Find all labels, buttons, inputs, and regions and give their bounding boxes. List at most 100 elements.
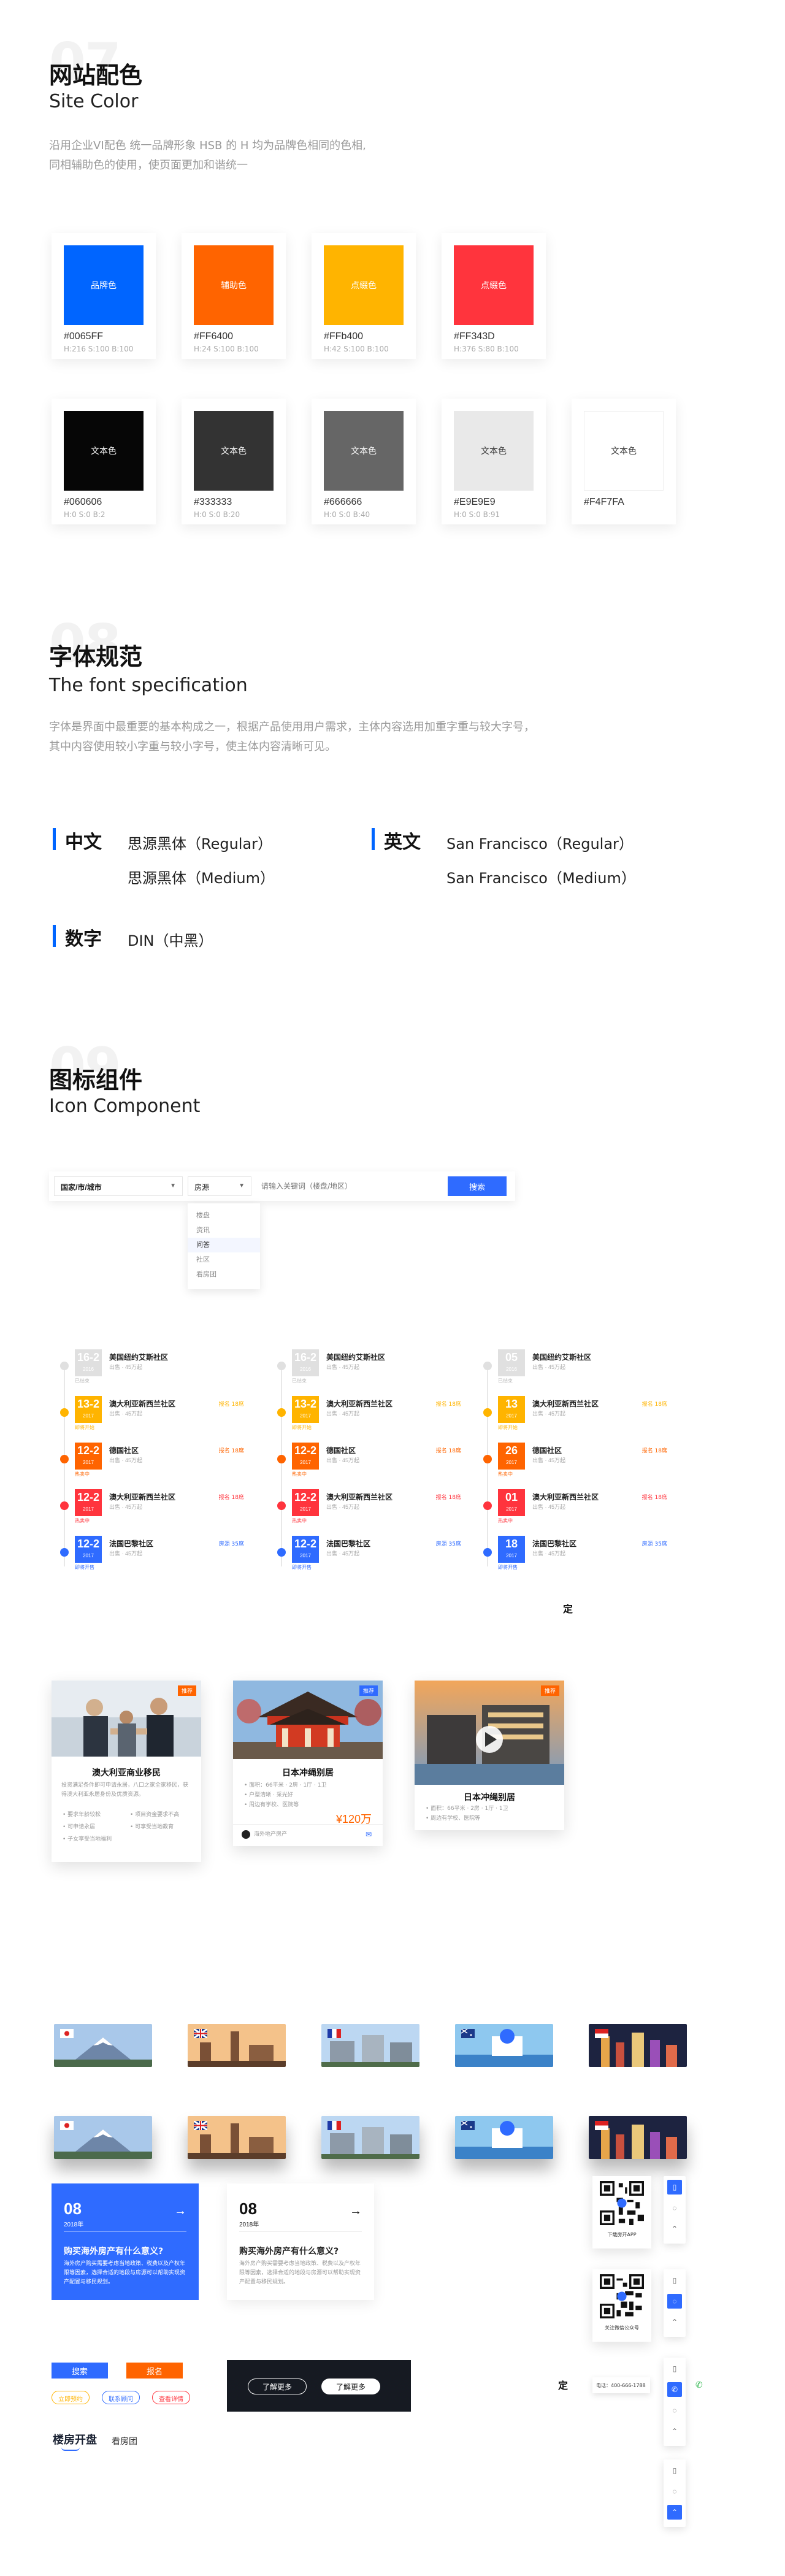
timeline-meta: 出售 · 45万起	[109, 1457, 143, 1463]
search-input[interactable]	[256, 1176, 440, 1196]
section-subtitle: Icon Component	[49, 1095, 201, 1117]
chevron-up-icon[interactable]: ⌃	[667, 2505, 682, 2520]
city-banner[interactable]	[321, 2024, 419, 2067]
news-card[interactable]: 推荐 日本冲绳别居 • 面积：66平米 · 2房 · 1厅 · 1卫 • 周边有…	[415, 1681, 564, 1830]
dropdown-item[interactable]: 看房团	[188, 1267, 260, 1282]
timeline-item[interactable]: 05 2016 已结束 美国纽约艾斯社区 出售 · 45万起	[476, 1349, 672, 1392]
timeline-dot	[483, 1362, 492, 1370]
news-bullet: • 户型清晰 · 采光好	[244, 1792, 293, 1798]
learn-more-outline-button[interactable]: 了解更多	[248, 2379, 307, 2394]
chevron-up-icon[interactable]: ⌃	[667, 2424, 682, 2439]
news-card[interactable]: 推荐 澳大利亚商业移民 投资满足条件即可申请永居，八口之家全家移民，获得澳大利亚…	[52, 1681, 201, 1862]
faq-answer: 海外房产购买需要考虑当地政策、税费以及产权年限等因素，选择合适的地段与房源可以帮…	[239, 2261, 361, 2285]
arrow-right-icon[interactable]: →	[174, 2204, 186, 2218]
search-button[interactable]: 搜索	[448, 1176, 507, 1196]
timeline-title: 美国纽约艾斯社区	[326, 1353, 386, 1362]
chat-icon[interactable]: ◌	[667, 2201, 682, 2215]
chat-icon[interactable]: ✉	[366, 1830, 372, 1839]
color-hex: #0065FF	[64, 331, 104, 342]
tag-pill-orange[interactable]: 立即预约	[52, 2391, 90, 2404]
search-button[interactable]: 搜索	[52, 2363, 108, 2379]
search-bar: 国家/市/城市 ▼ 房源 ▼ 搜索	[49, 1171, 515, 1201]
city-banner[interactable]	[321, 2116, 419, 2159]
timeline-dot	[277, 1548, 286, 1557]
city-banner[interactable]	[455, 2024, 553, 2067]
timeline-dot	[60, 1501, 69, 1510]
type-select[interactable]: 房源 ▼	[188, 1176, 251, 1196]
color-swatch: 文本色	[64, 411, 144, 491]
timeline-item[interactable]: 12-2 2017 热卖中 德国社区 出售 · 45万起 报名 18席	[53, 1443, 249, 1485]
news-card[interactable]: 推荐 日本冲绳别居 • 面积：66平米 · 2房 · 1厅 · 1卫 • 户型清…	[233, 1681, 383, 1846]
date-day: 12-2	[77, 1538, 100, 1550]
color-swatch: 点缀色	[454, 245, 534, 325]
phone-app-icon[interactable]: ▯	[667, 2180, 682, 2195]
city-banner[interactable]	[589, 2116, 687, 2159]
city-banner[interactable]	[188, 2024, 286, 2067]
color-hsb: H:24 S:100 B:100	[194, 345, 259, 353]
color-swatch: 文本色	[454, 411, 534, 491]
date-year: 2017	[300, 1413, 311, 1419]
dropdown-item[interactable]: 问答	[188, 1238, 260, 1252]
chat-icon[interactable]: ◌	[667, 2403, 682, 2418]
faq-card[interactable]: 08 2018年 → 购买海外房产有什么意义? 海外房产购买需要考虑当地政策、税…	[227, 2183, 374, 2300]
timeline-item[interactable]: 13-2 2017 即将开始 澳大利亚新西兰社区 出售 · 45万起 报名 18席	[53, 1396, 249, 1439]
dropdown-item[interactable]: 楼盘	[188, 1208, 260, 1223]
sign-up-button[interactable]: 报名	[126, 2363, 183, 2379]
description-line: 沿用企业VI配色 统一品牌形象 HSB 的 H 均为品牌色相同的色相,	[49, 139, 366, 152]
tag-pill-blue[interactable]: 联系顾问	[102, 2391, 140, 2404]
city-banner[interactable]	[54, 2024, 152, 2067]
date-year: 2017	[506, 1460, 517, 1465]
timeline-item[interactable]: 26 2017 热卖中 德国社区 出售 · 45万起 报名 18席	[476, 1443, 672, 1485]
timeline-item[interactable]: 12-2 2017 热卖中 澳大利亚新西兰社区 出售 · 45万起 报名 18席	[53, 1489, 249, 1532]
city-select[interactable]: 国家/市/城市 ▼	[54, 1176, 183, 1196]
phone-app-icon[interactable]: ▯	[667, 2463, 682, 2478]
date-day: 12-2	[77, 1444, 100, 1457]
timeline-item[interactable]: 13 2017 即将开始 澳大利亚新西兰社区 出售 · 45万起 报名 18席	[476, 1396, 672, 1439]
faq-card-active[interactable]: 08 2018年 → 购买海外房产有什么意义? 海外房产购买需要考虑当地政策、税…	[52, 2183, 199, 2300]
city-banner[interactable]	[54, 2116, 152, 2159]
nav-link[interactable]: 看房团	[112, 2435, 137, 2447]
date-day: 16-2	[77, 1351, 100, 1363]
brand-logo[interactable]: 楼房开盘	[53, 2431, 97, 2447]
phone-app-icon[interactable]: ▯	[667, 2273, 682, 2288]
timeline-meta: 出售 · 45万起	[326, 1457, 360, 1463]
city-banner[interactable]	[589, 2024, 687, 2067]
timeline-item[interactable]: 12-2 2017 即将开售 法国巴黎社区 出售 · 45万起 房源 35席	[270, 1536, 466, 1579]
timeline-tag: 即将开售	[498, 1565, 518, 1570]
chat-icon[interactable]: ◌	[667, 2294, 682, 2309]
chat-icon[interactable]: ◌	[667, 2484, 682, 2499]
timeline-item[interactable]: 01 2017 热卖中 澳大利亚新西兰社区 出售 · 45万起 报名 18席	[476, 1489, 672, 1532]
font-label-chinese: 中文	[65, 832, 102, 853]
timeline-item[interactable]: 12-2 2017 即将开售 法国巴黎社区 出售 · 45万起 房源 35席	[53, 1536, 249, 1579]
date-year: 2017	[300, 1460, 311, 1465]
chevron-up-icon[interactable]: ⌃	[667, 2221, 682, 2236]
timeline-item[interactable]: 12-2 2017 热卖中 澳大利亚新西兰社区 出售 · 45万起 报名 18席	[270, 1489, 466, 1532]
date-year: 2017	[506, 1506, 517, 1512]
learn-more-button[interactable]: 了解更多	[321, 2379, 380, 2394]
timeline-item[interactable]: 16-2 2016 已结束 美国纽约艾斯社区 出售 · 45万起	[270, 1349, 466, 1392]
dropdown-item[interactable]: 资讯	[188, 1223, 260, 1238]
timeline-tag: 热卖中	[498, 1518, 513, 1524]
news-bullet: • 可申请永居	[63, 1824, 96, 1830]
timeline-item[interactable]: 18 2017 即将开售 法国巴黎社区 出售 · 45万起 房源 35席	[476, 1536, 672, 1579]
timeline-item[interactable]: 16-2 2016 已结束 美国纽约艾斯社区 出售 · 45万起	[53, 1349, 249, 1392]
color-hsb: H:0 S:0 B:20	[194, 510, 240, 519]
dropdown-item[interactable]: 社区	[188, 1252, 260, 1267]
date-badge: 13 2017	[498, 1396, 525, 1423]
chevron-up-icon[interactable]: ⌃	[667, 2315, 682, 2329]
timeline-status: 房源 35席	[641, 1541, 667, 1547]
flag-icon	[461, 2121, 475, 2130]
timeline: 16-2 2016 已结束 美国纽约艾斯社区 出售 · 45万起 13-2 2017 即将开始…	[270, 1349, 466, 1576]
news-bullet: • 项目资金要求不高	[130, 1812, 180, 1818]
color-hex: #E9E9E9	[454, 497, 496, 507]
phone-icon[interactable]: ✆	[667, 2382, 682, 2397]
phone-app-icon[interactable]: ▯	[667, 2361, 682, 2376]
tag-pill-red[interactable]: 查看详情	[152, 2391, 190, 2404]
date-year: 2017	[83, 1413, 94, 1419]
city-banner[interactable]	[188, 2116, 286, 2159]
city-banner[interactable]	[455, 2116, 553, 2159]
timeline-item[interactable]: 13-2 2017 即将开始 澳大利亚新西兰社区 出售 · 45万起 报名 18席	[270, 1396, 466, 1439]
color-hsb: H:42 S:100 B:100	[324, 345, 389, 353]
timeline-item[interactable]: 12-2 2017 热卖中 德国社区 出售 · 45万起 报名 18席	[270, 1443, 466, 1485]
arrow-right-icon[interactable]: →	[350, 2204, 362, 2218]
